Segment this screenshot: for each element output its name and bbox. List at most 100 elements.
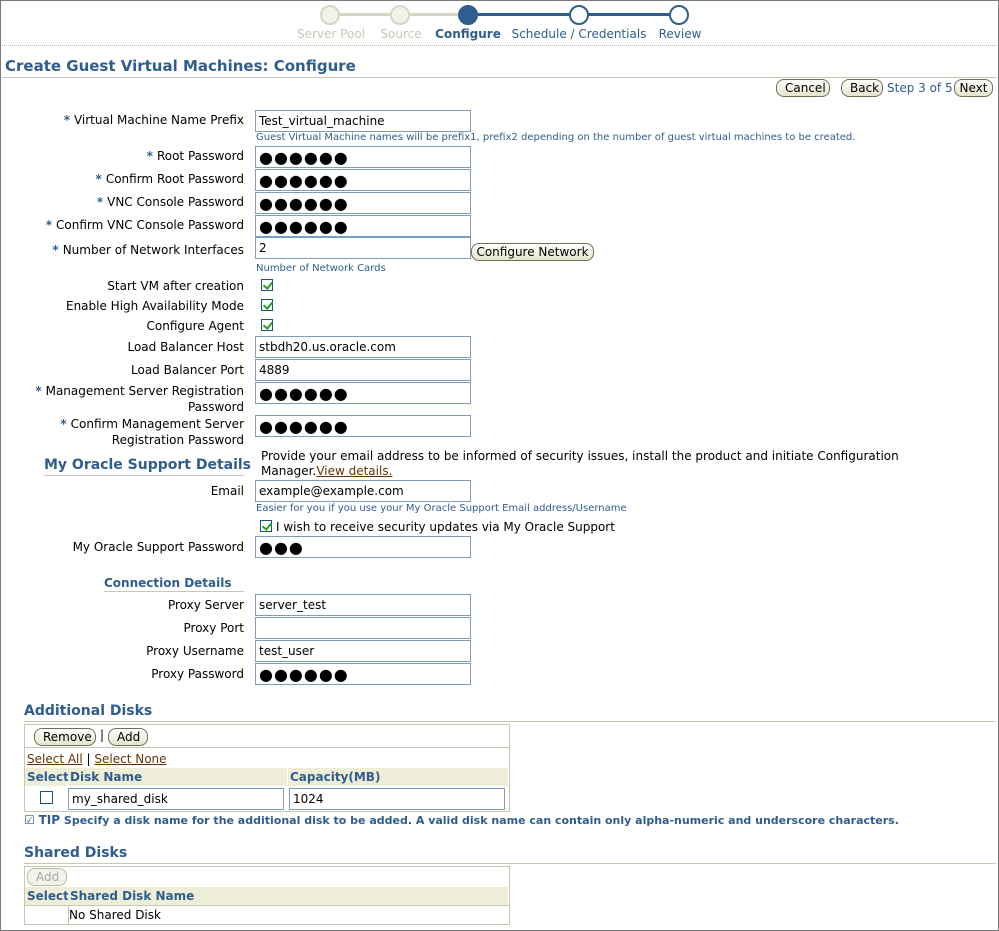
mgmt-password-label: * Management Server Registration Password xyxy=(35,384,244,414)
high-availability-label: Enable High Availability Mode xyxy=(65,299,244,313)
select-links: Select All | Select None xyxy=(27,752,167,766)
required-icon: * xyxy=(96,195,104,209)
tip-check-icon: ☑ xyxy=(24,813,35,827)
train-stop-configure xyxy=(458,5,478,25)
network-interfaces-input[interactable] xyxy=(255,237,471,259)
remove-disk-button[interactable]: Remove xyxy=(34,728,96,746)
toolbar-separator: | xyxy=(100,728,105,742)
confirm-mgmt-password-label: * Confirm Management Server Registration … xyxy=(60,417,244,447)
vm-prefix-input[interactable] xyxy=(255,110,471,132)
shared-disks-heading: Shared Disks xyxy=(24,845,128,861)
proxy-username-label: Proxy Username xyxy=(146,644,244,658)
start-vm-label: Start VM after creation xyxy=(107,279,244,293)
train-stop-schedule xyxy=(569,5,589,25)
disk-capacity-input[interactable] xyxy=(289,788,505,810)
disk-name-input[interactable] xyxy=(68,788,284,810)
column-header-capacity[interactable]: Capacity(MB) xyxy=(288,768,509,786)
view-details-link[interactable]: View details. xyxy=(316,464,392,478)
tip-text: ☑ TIP Specify a disk name for the additi… xyxy=(24,813,899,827)
confirm-root-password-label: * Confirm Root Password xyxy=(95,172,244,186)
support-intro: Provide your email address to be informe… xyxy=(261,449,961,479)
vnc-password-input[interactable] xyxy=(255,192,471,214)
train-stop-server-pool[interactable] xyxy=(320,5,340,25)
email-label: Email xyxy=(210,484,244,498)
email-hint: Easier for you if you use your My Oracle… xyxy=(256,503,627,514)
proxy-port-label: Proxy Port xyxy=(183,621,244,635)
confirm-root-password-input[interactable] xyxy=(255,169,471,191)
proxy-password-input[interactable] xyxy=(255,663,471,685)
proxy-port-input[interactable] xyxy=(255,617,471,639)
proxy-server-input[interactable] xyxy=(255,594,471,616)
required-icon: * xyxy=(146,149,153,163)
train-stop-source[interactable] xyxy=(390,5,410,25)
network-interfaces-label: * Number of Network Interfaces xyxy=(52,243,244,257)
lb-host-label: Load Balancer Host xyxy=(127,340,244,354)
required-icon: * xyxy=(95,172,102,186)
email-input[interactable] xyxy=(255,480,471,502)
back-button[interactable]: Back xyxy=(841,79,883,97)
required-icon: * xyxy=(52,243,59,257)
support-section-heading: My Oracle Support Details xyxy=(44,457,252,473)
network-interfaces-hint: Number of Network Cards xyxy=(256,263,386,274)
train-label-schedule: Schedule / Credentials xyxy=(511,27,647,41)
connection-details-divider xyxy=(104,591,244,592)
proxy-username-input[interactable] xyxy=(255,640,471,662)
support-section-divider xyxy=(44,475,244,476)
high-availability-checkbox[interactable] xyxy=(261,299,273,311)
column-header-disk-name[interactable]: Disk Name xyxy=(68,768,288,786)
required-icon: * xyxy=(45,218,52,232)
train-label-review: Review xyxy=(658,27,702,41)
mgmt-password-input[interactable] xyxy=(255,382,471,404)
select-none-link[interactable]: Select None xyxy=(94,752,166,766)
security-updates-checkbox[interactable] xyxy=(260,520,272,532)
train-stop-review xyxy=(669,5,689,25)
shared-row-divider xyxy=(25,905,510,906)
configure-network-button[interactable]: Configure Network xyxy=(471,243,594,261)
additional-disks-divider xyxy=(24,721,996,722)
title-divider xyxy=(2,77,997,78)
add-disk-button[interactable]: Add xyxy=(108,728,148,746)
lb-host-input[interactable] xyxy=(255,336,471,358)
next-button[interactable]: Next xyxy=(954,79,993,97)
confirm-mgmt-password-input[interactable] xyxy=(255,415,471,437)
vm-prefix-hint: Guest Virtual Machine names will be pref… xyxy=(256,132,856,143)
start-vm-checkbox[interactable] xyxy=(261,279,273,291)
support-password-input[interactable] xyxy=(255,536,471,558)
required-icon: * xyxy=(63,113,70,127)
lb-port-label: Load Balancer Port xyxy=(131,363,244,377)
security-updates-label: I wish to receive security updates via M… xyxy=(276,520,615,534)
cancel-button[interactable]: Cancel xyxy=(776,79,830,97)
train-label-source[interactable]: Source xyxy=(380,27,421,41)
additional-disks-heading: Additional Disks xyxy=(24,703,153,719)
shared-row-select-cell xyxy=(25,906,69,924)
shared-column-header-select: Select xyxy=(25,887,69,905)
train-divider xyxy=(2,45,997,46)
vnc-password-label: * VNC Console Password xyxy=(96,195,244,209)
confirm-vnc-password-input[interactable] xyxy=(255,215,471,237)
column-header-select: Select xyxy=(25,768,69,786)
configure-agent-label: Configure Agent xyxy=(146,319,245,333)
train-label-server-pool[interactable]: Server Pool xyxy=(297,27,365,41)
connection-details-heading: Connection Details xyxy=(104,576,232,590)
proxy-password-label: Proxy Password xyxy=(151,667,244,681)
row-select-checkbox[interactable] xyxy=(40,791,53,804)
required-icon: * xyxy=(35,384,42,398)
train-label-configure: Configure xyxy=(435,27,501,41)
support-password-label: My Oracle Support Password xyxy=(72,540,244,554)
shared-column-header-name[interactable]: Shared Disk Name xyxy=(68,887,509,905)
proxy-server-label: Proxy Server xyxy=(167,598,244,612)
no-shared-disk-text: No Shared Disk xyxy=(69,908,161,922)
step-indicator: Step 3 of 5 xyxy=(887,81,953,95)
confirm-vnc-password-label: * Confirm VNC Console Password xyxy=(45,218,244,232)
required-icon: * xyxy=(60,417,67,431)
shared-disks-divider xyxy=(24,863,996,864)
root-password-label: * Root Password xyxy=(146,149,244,163)
add-shared-disk-button[interactable]: Add xyxy=(27,868,67,886)
configure-agent-checkbox[interactable] xyxy=(261,319,273,331)
table-toolbar-divider xyxy=(25,747,510,748)
vm-prefix-label: * Virtual Machine Name Prefix xyxy=(63,113,244,127)
page-title: Create Guest Virtual Machines: Configure xyxy=(5,57,356,75)
lb-port-input[interactable] xyxy=(255,359,471,381)
select-all-link[interactable]: Select All xyxy=(27,752,83,766)
root-password-input[interactable] xyxy=(255,146,471,168)
